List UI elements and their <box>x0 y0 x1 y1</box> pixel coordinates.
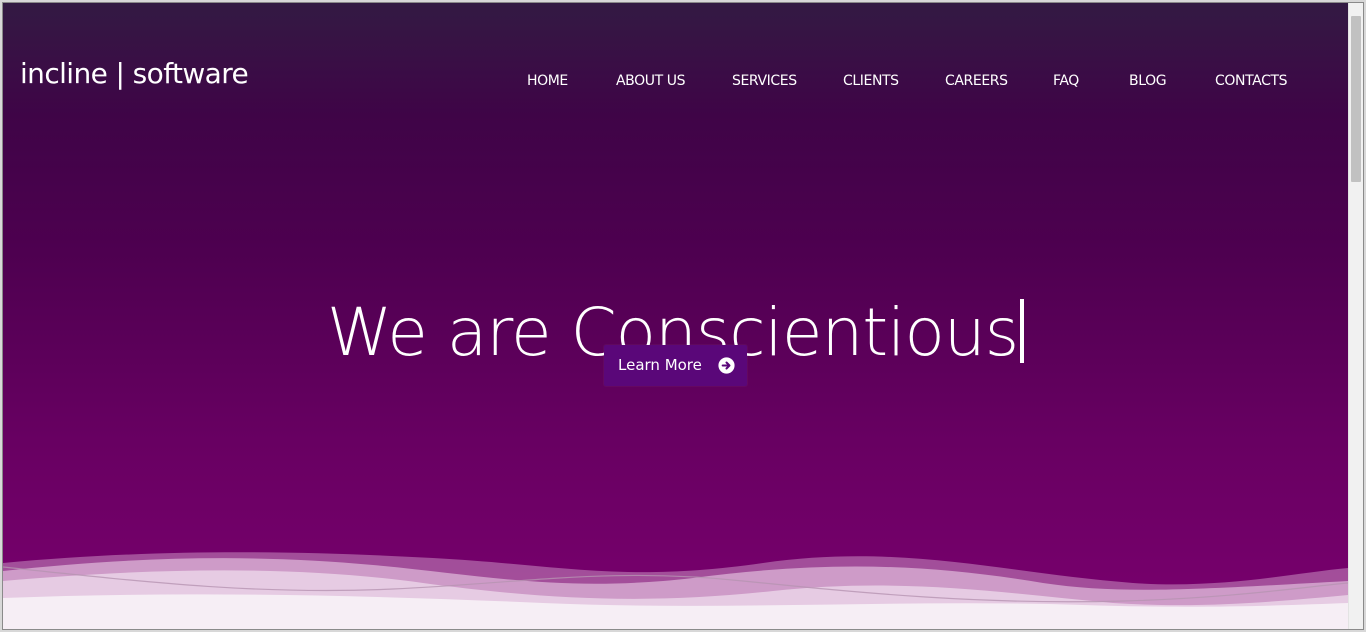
arrow-circle-right-icon <box>718 357 735 374</box>
main-navigation: HOME ABOUT US SERVICES CLIENTS CAREERS F… <box>3 69 1348 93</box>
hero-section: incline | software HOME ABOUT US SERVICE… <box>3 3 1348 629</box>
learn-more-label: Learn More <box>618 356 702 374</box>
page-viewport: incline | software HOME ABOUT US SERVICE… <box>3 3 1348 629</box>
nav-item-careers[interactable]: CAREERS <box>945 69 1008 93</box>
browser-window: incline | software HOME ABOUT US SERVICE… <box>2 2 1364 630</box>
learn-more-button[interactable]: Learn More <box>604 345 747 386</box>
nav-item-home[interactable]: HOME <box>527 69 568 93</box>
scrollbar-thumb[interactable] <box>1351 16 1361 182</box>
typing-cursor <box>1020 299 1025 364</box>
nav-item-about-us[interactable]: ABOUT US <box>616 69 686 93</box>
nav-item-clients[interactable]: CLIENTS <box>843 69 899 93</box>
nav-item-blog[interactable]: BLOG <box>1129 69 1167 93</box>
nav-item-services[interactable]: SERVICES <box>732 69 797 93</box>
nav-item-contacts[interactable]: CONTACTS <box>1215 69 1287 93</box>
vertical-scrollbar[interactable] <box>1348 3 1363 629</box>
decorative-waves <box>3 552 1348 629</box>
nav-item-faq[interactable]: FAQ <box>1053 69 1079 93</box>
